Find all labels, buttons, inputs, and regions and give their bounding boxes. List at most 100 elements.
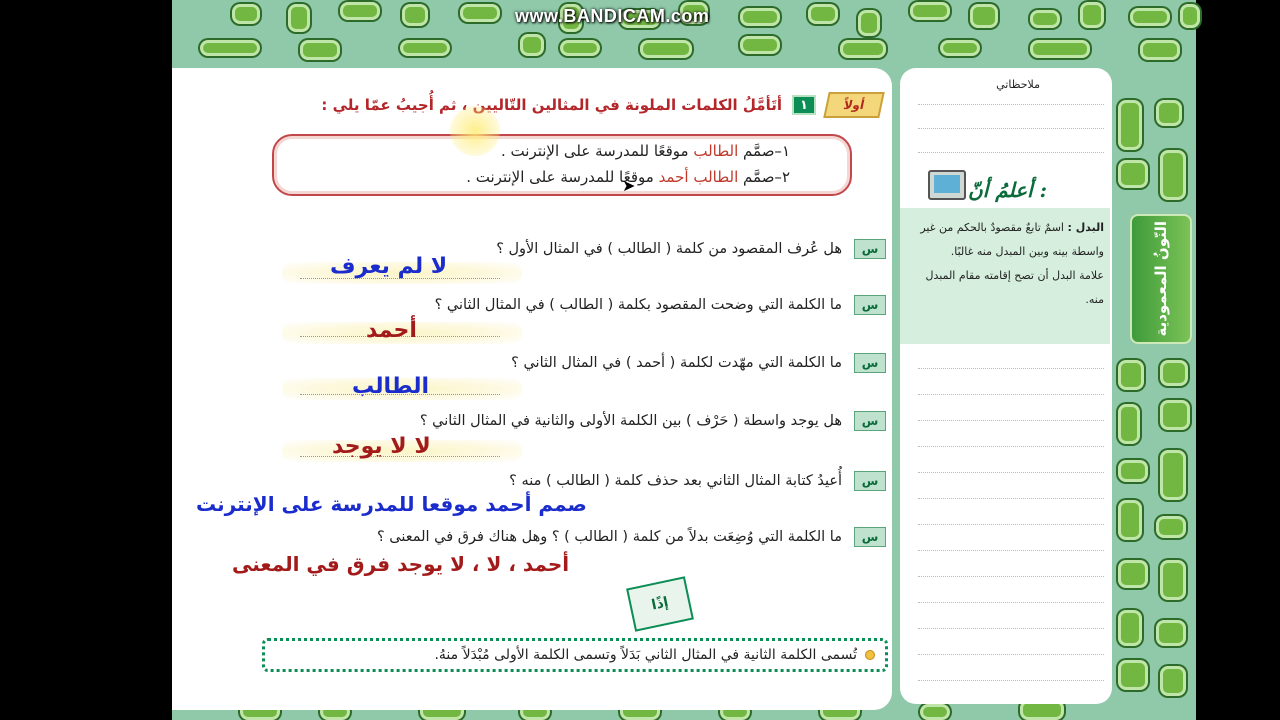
decorative-pill bbox=[970, 4, 998, 28]
decorative-pill bbox=[288, 4, 310, 32]
decorative-pill bbox=[920, 704, 950, 720]
note-line bbox=[918, 128, 1104, 129]
lesson-panel: أولاً ١ أتَأمَّلُ الكلمات الملونة في الم… bbox=[172, 68, 892, 710]
cursor-highlight bbox=[450, 106, 500, 156]
notes-title: ملاحظاتي bbox=[996, 78, 1040, 91]
decorative-pill bbox=[1118, 100, 1142, 150]
conclusion-badge: إذًا bbox=[626, 576, 694, 632]
note-line bbox=[918, 368, 1104, 369]
decorative-pill bbox=[1080, 2, 1104, 28]
decorative-pill bbox=[400, 40, 450, 56]
decorative-pill bbox=[1160, 360, 1188, 386]
decorative-pill bbox=[1118, 160, 1148, 188]
question-icon: س bbox=[854, 353, 886, 373]
section-number: ١ bbox=[792, 95, 816, 115]
note-line bbox=[918, 446, 1104, 447]
note-line bbox=[918, 394, 1104, 395]
note-line bbox=[918, 498, 1104, 499]
note-line bbox=[918, 420, 1104, 421]
example-1: ١–صمَّم الطالب موقعًا للمدرسة على الإنتر… bbox=[501, 142, 790, 160]
decorative-pill bbox=[1130, 8, 1170, 26]
decorative-pill bbox=[520, 34, 544, 56]
decorative-pill bbox=[1140, 40, 1180, 60]
decorative-pill bbox=[1156, 516, 1186, 538]
answer-3: الطالب bbox=[352, 374, 430, 399]
decorative-pill bbox=[1160, 150, 1186, 200]
decorative-pill bbox=[300, 40, 340, 60]
decorative-pill bbox=[1030, 40, 1090, 58]
question-icon: س bbox=[854, 471, 886, 491]
question-text: ما الكلمة التي مهّدت لكلمة ( أحمد ) في ا… bbox=[511, 355, 842, 371]
examples-box: ١–صمَّم الطالب موقعًا للمدرسة على الإنتر… bbox=[272, 134, 852, 196]
instruction-heading: أولاً ١ أتَأمَّلُ الكلمات الملونة في الم… bbox=[172, 90, 892, 120]
question-icon: س bbox=[854, 295, 886, 315]
decorative-pill bbox=[1118, 460, 1148, 482]
decorative-pill bbox=[340, 2, 380, 20]
decorative-pill bbox=[1156, 100, 1182, 126]
note-line bbox=[918, 472, 1104, 473]
decorative-pill bbox=[1160, 450, 1186, 500]
decorative-pill bbox=[1118, 610, 1142, 646]
question-icon: س bbox=[854, 411, 886, 431]
decorative-pill bbox=[1160, 666, 1186, 696]
decorative-pill bbox=[740, 36, 780, 54]
note-line bbox=[918, 654, 1104, 655]
question-icon: س bbox=[854, 527, 886, 547]
question-text: ما الكلمة التي وُضِعَت بدلاً من كلمة ( ا… bbox=[376, 529, 842, 545]
decorative-pill bbox=[1160, 400, 1190, 430]
decorative-pill bbox=[1118, 560, 1148, 588]
note-line bbox=[918, 550, 1104, 551]
question-icon: س bbox=[854, 239, 886, 259]
note-line bbox=[918, 104, 1104, 105]
decorative-pill bbox=[1118, 500, 1142, 540]
decorative-pill bbox=[460, 4, 500, 22]
decorative-pill bbox=[200, 40, 260, 56]
question-text: هل عُرف المقصود من كلمة ( الطالب ) في ال… bbox=[496, 241, 842, 257]
decorative-pill bbox=[910, 2, 950, 20]
know-text: البدل : اسمٌ تابعٌ مقصودٌ بالحكم من غير … bbox=[920, 221, 1104, 306]
bullet-icon bbox=[865, 650, 875, 660]
question-text: ما الكلمة التي وضحت المقصود بكلمة ( الطا… bbox=[434, 297, 842, 313]
note-line bbox=[918, 524, 1104, 525]
answer-5: صمم أحمد موقعا للمدرسة على الإنترنت bbox=[196, 492, 587, 516]
monitor-icon bbox=[928, 170, 966, 200]
decorative-pill bbox=[232, 4, 260, 24]
decorative-pill bbox=[1030, 10, 1060, 28]
decorative-pill bbox=[1118, 660, 1148, 690]
answer-4: لا لا يوجد bbox=[332, 434, 431, 459]
answer-2: أحمد bbox=[366, 318, 417, 343]
decorative-pill bbox=[840, 40, 886, 58]
instruction-text: أتَأمَّلُ الكلمات الملونة في المثالين ال… bbox=[321, 96, 782, 114]
conclusion-box: تُسمى الكلمة الثانية في المثال الثاني بَ… bbox=[262, 638, 888, 672]
side-tab[interactable]: النّونُ المعمودية bbox=[1130, 214, 1192, 344]
notes-panel: ملاحظاتي bbox=[900, 68, 1112, 704]
note-line bbox=[918, 628, 1104, 629]
section-badge: أولاً bbox=[823, 92, 885, 118]
question-text: هل يوجد واسطة ( حَرْف ) بين الكلمة الأول… bbox=[419, 413, 842, 429]
note-line bbox=[918, 576, 1104, 577]
decorative-pill bbox=[1160, 560, 1186, 600]
decorative-pill bbox=[1118, 404, 1140, 444]
answer-1: لا لم يعرف bbox=[330, 254, 448, 279]
question-row: س ما الكلمة التي مهّدت لكلمة ( أحمد ) في… bbox=[246, 350, 886, 376]
decorative-pill bbox=[858, 10, 880, 36]
note-line bbox=[918, 152, 1104, 153]
conclusion-text: تُسمى الكلمة الثانية في المثال الثاني بَ… bbox=[434, 647, 857, 663]
cursor-arrow-icon: ➤ bbox=[622, 176, 636, 195]
decorative-pill bbox=[640, 40, 692, 58]
question-row: س أُعيدُ كتابة المثال الثاني بعد حذف كلم… bbox=[246, 468, 886, 494]
watermark: www.BANDICAM.com bbox=[515, 6, 710, 26]
question-row: س ما الكلمة التي وضحت المقصود بكلمة ( ال… bbox=[246, 292, 886, 318]
know-title: أعلمُ أنّ : bbox=[968, 178, 1047, 202]
decorative-pill bbox=[1180, 4, 1200, 28]
note-line bbox=[918, 680, 1104, 681]
question-text: أُعيدُ كتابة المثال الثاني بعد حذف كلمة … bbox=[509, 473, 842, 489]
decorative-pill bbox=[560, 40, 600, 56]
know-box: البدل : اسمٌ تابعٌ مقصودٌ بالحكم من غير … bbox=[900, 208, 1110, 344]
decorative-pill bbox=[1118, 360, 1144, 390]
decorative-pill bbox=[402, 4, 428, 26]
question-row: س هل يوجد واسطة ( حَرْف ) بين الكلمة الأ… bbox=[246, 408, 886, 434]
decorative-pill bbox=[808, 4, 838, 24]
question-row: س ما الكلمة التي وُضِعَت بدلاً من كلمة (… bbox=[246, 524, 886, 550]
decorative-pill bbox=[740, 8, 780, 26]
